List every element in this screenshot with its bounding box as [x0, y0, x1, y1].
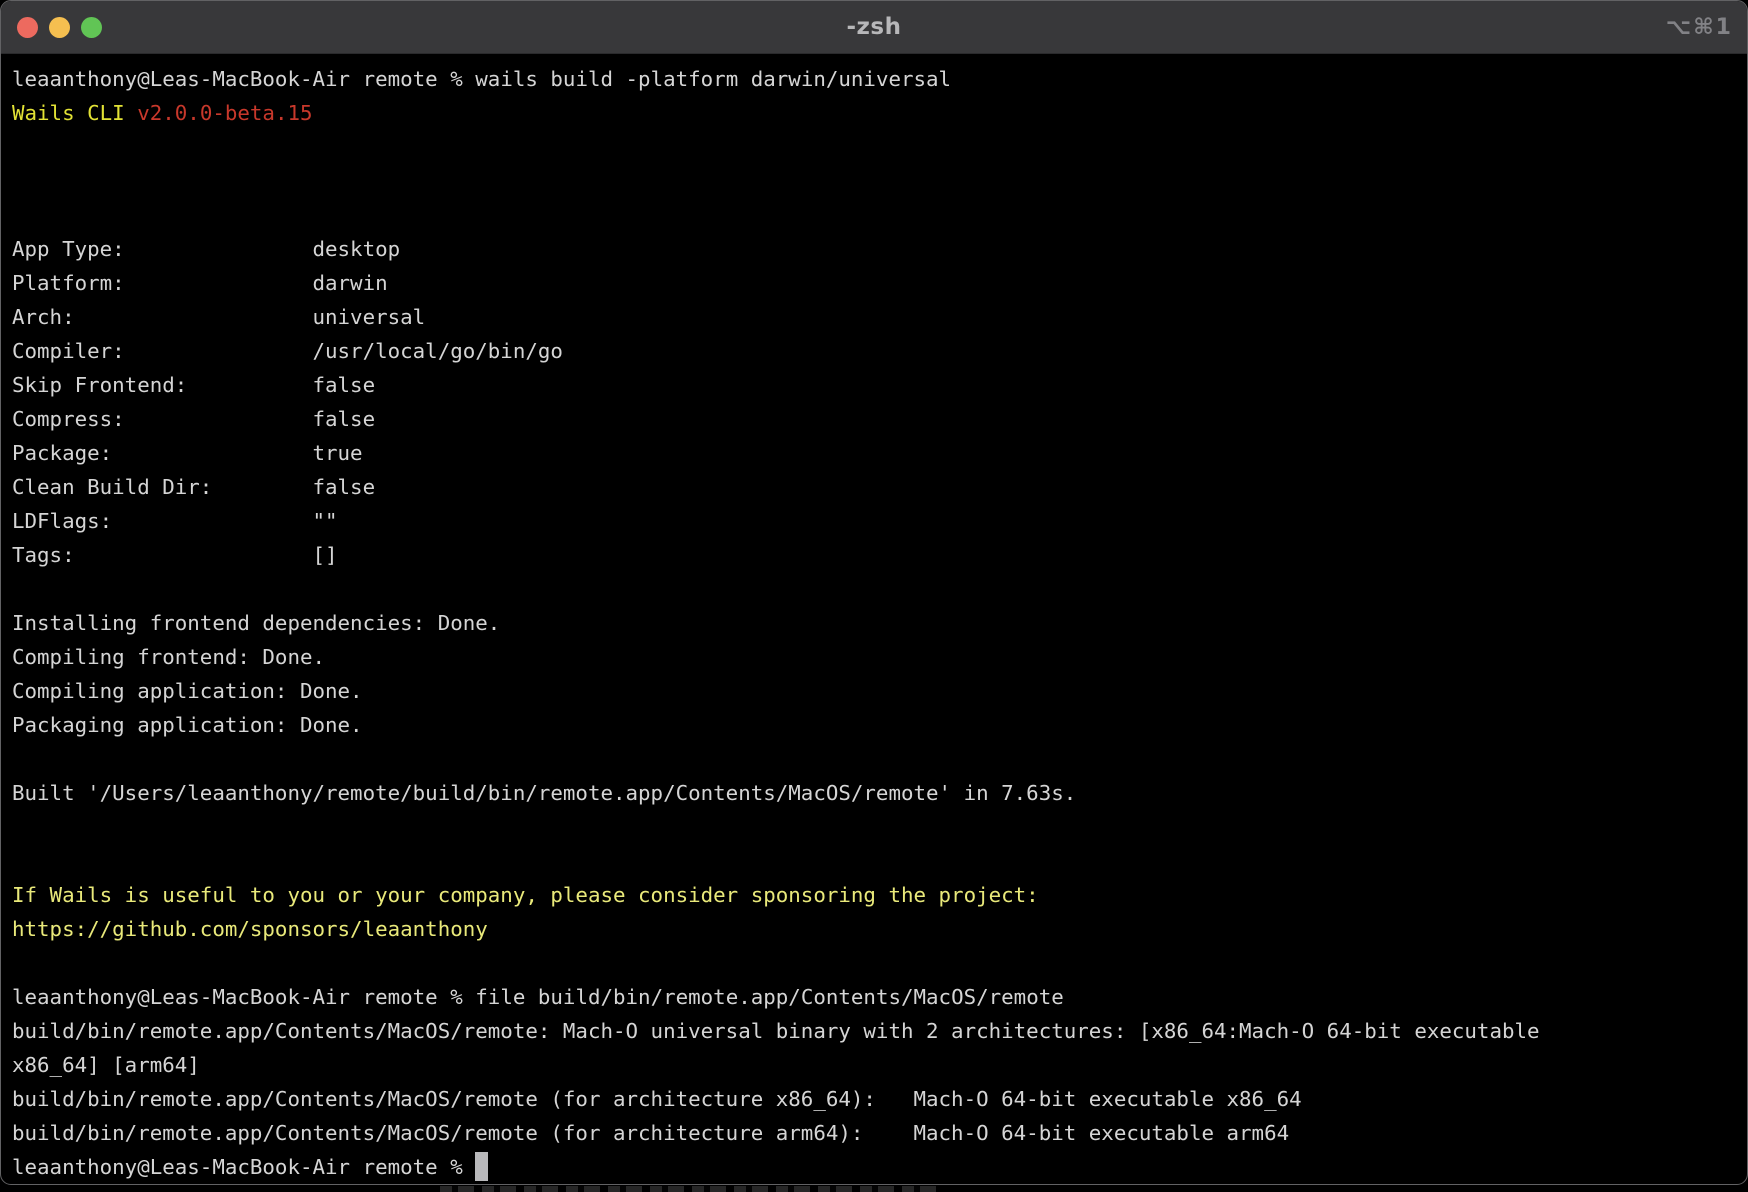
config-label: Clean Build Dir:: [12, 470, 312, 504]
built-result-line: Built '/Users/leaanthony/remote/build/bi…: [12, 776, 1747, 810]
command-text: wails build -platform darwin/universal: [475, 67, 951, 91]
cli-version: v2.0.0-beta.15: [137, 101, 312, 125]
progress-line: Installing frontend dependencies: Done.: [12, 606, 1747, 640]
config-row: Package:true: [12, 436, 1747, 470]
config-row: LDFlags:"": [12, 504, 1747, 538]
cli-name: Wails CLI: [12, 101, 137, 125]
occluded-content-sliver: [440, 1186, 940, 1192]
file-output-line: build/bin/remote.app/Contents/MacOS/remo…: [12, 1082, 1747, 1116]
file-output-line: build/bin/remote.app/Contents/MacOS/remo…: [12, 1014, 1747, 1048]
blank-line: [12, 164, 1747, 198]
config-label: Compiler:: [12, 334, 312, 368]
config-row: Skip Frontend:false: [12, 368, 1747, 402]
config-row: Platform:darwin: [12, 266, 1747, 300]
config-value: /usr/local/go/bin/go: [312, 339, 562, 363]
blank-line: [12, 810, 1747, 844]
active-prompt-line[interactable]: leaanthony@Leas-MacBook-Air remote %: [12, 1150, 1747, 1184]
config-row: Clean Build Dir:false: [12, 470, 1747, 504]
blank-line: [12, 742, 1747, 776]
cli-banner: Wails CLI v2.0.0-beta.15: [12, 96, 1747, 130]
config-label: App Type:: [12, 232, 312, 266]
sponsor-link[interactable]: https://github.com/sponsors/leaanthony: [12, 912, 1747, 946]
traffic-lights: [1, 17, 102, 38]
config-label: Skip Frontend:: [12, 368, 312, 402]
zoom-button[interactable]: [81, 17, 102, 38]
config-value: false: [312, 373, 375, 397]
config-row: Tags:[]: [12, 538, 1747, 572]
config-row: Arch:universal: [12, 300, 1747, 334]
config-label: Tags:: [12, 538, 312, 572]
window-title: -zsh: [1, 14, 1747, 40]
minimize-button[interactable]: [49, 17, 70, 38]
sponsor-message: If Wails is useful to you or your compan…: [12, 878, 1747, 912]
config-label: Platform:: [12, 266, 312, 300]
config-row: Compress:false: [12, 402, 1747, 436]
blank-line: [12, 844, 1747, 878]
config-value: true: [312, 441, 362, 465]
command-text: file build/bin/remote.app/Contents/MacOS…: [475, 985, 1063, 1009]
progress-line: Packaging application: Done.: [12, 708, 1747, 742]
blank-line: [12, 946, 1747, 980]
window-titlebar[interactable]: -zsh ⌥⌘1: [1, 1, 1747, 54]
progress-line: Compiling application: Done.: [12, 674, 1747, 708]
config-value: darwin: [312, 271, 387, 295]
terminal-content[interactable]: leaanthony@Leas-MacBook-Air remote % wai…: [1, 54, 1747, 1184]
config-value: []: [312, 543, 337, 567]
config-row: App Type:desktop: [12, 232, 1747, 266]
config-value: false: [312, 475, 375, 499]
config-value: false: [312, 407, 375, 431]
progress-line: Compiling frontend: Done.: [12, 640, 1747, 674]
file-output-line: build/bin/remote.app/Contents/MacOS/remo…: [12, 1116, 1747, 1150]
config-label: Arch:: [12, 300, 312, 334]
file-output-line: x86_64] [arm64]: [12, 1048, 1747, 1082]
blank-line: [12, 198, 1747, 232]
config-value: desktop: [312, 237, 400, 261]
config-label: Package:: [12, 436, 312, 470]
shell-prompt: leaanthony@Leas-MacBook-Air remote %: [12, 1155, 475, 1179]
blank-line: [12, 572, 1747, 606]
terminal-window: -zsh ⌥⌘1 leaanthony@Leas-MacBook-Air rem…: [0, 0, 1748, 1185]
tab-shortcut-badge: ⌥⌘1: [1666, 15, 1747, 40]
command-line: leaanthony@Leas-MacBook-Air remote % wai…: [12, 62, 1747, 96]
shell-prompt: leaanthony@Leas-MacBook-Air remote %: [12, 985, 475, 1009]
config-label: Compress:: [12, 402, 312, 436]
config-row: Compiler:/usr/local/go/bin/go: [12, 334, 1747, 368]
close-button[interactable]: [17, 17, 38, 38]
shell-prompt: leaanthony@Leas-MacBook-Air remote %: [12, 67, 475, 91]
config-label: LDFlags:: [12, 504, 312, 538]
terminal-cursor: [475, 1152, 488, 1181]
config-value: universal: [312, 305, 425, 329]
blank-line: [12, 130, 1747, 164]
command-line: leaanthony@Leas-MacBook-Air remote % fil…: [12, 980, 1747, 1014]
config-value: "": [312, 509, 337, 533]
